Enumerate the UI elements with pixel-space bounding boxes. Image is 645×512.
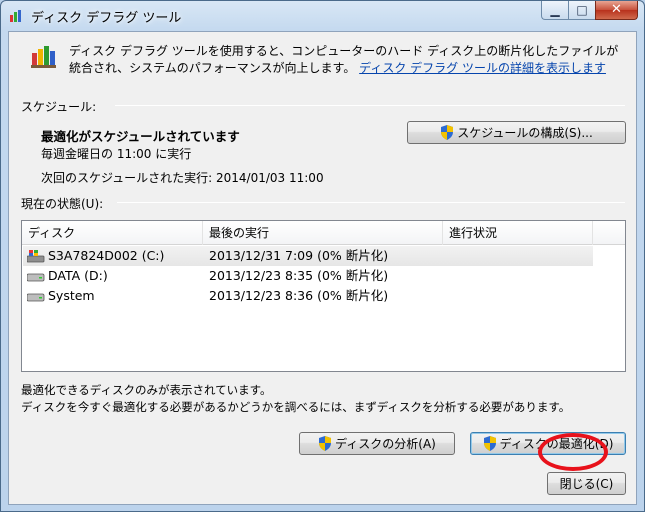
schedule-label: スケジュール: — [21, 100, 97, 114]
configure-schedule-button[interactable]: スケジュールの構成(S)... — [407, 121, 626, 144]
hard-drive-icon — [27, 273, 45, 282]
title-bar[interactable]: ディスク デフラグ ツール ▁ □ ✕ — [1, 1, 644, 31]
minimize-icon: ▁ — [550, 3, 560, 17]
current-state-divider — [117, 202, 625, 203]
minimize-button[interactable]: ▁ — [541, 1, 568, 20]
column-header-disk[interactable]: ディスク — [22, 221, 203, 245]
schedule-next-run: 次回のスケジュールされた実行: 2014/01/03 11:00 — [41, 171, 324, 185]
note-line-1: 最適化できるディスクのみが表示されています。 — [21, 383, 272, 397]
current-state-label: 現在の状態(U): — [21, 197, 104, 211]
close-button-label: 閉じる(C) — [559, 477, 614, 491]
schedule-frequency: 毎週金曜日の 11:00 に実行 — [41, 147, 192, 161]
close-button[interactable]: 閉じる(C) — [547, 472, 626, 495]
disk-last-run: 2013/12/23 8:35 (0% 断片化) — [209, 268, 389, 283]
system-drive-icon — [27, 250, 45, 263]
disk-list[interactable]: ディスク 最後の実行 進行状況 S3A7824D002 (C:) 2013/12… — [21, 220, 626, 372]
disk-name: System — [48, 288, 95, 303]
disk-row[interactable]: S3A7824D002 (C:) 2013/12/31 7:09 (0% 断片化… — [23, 246, 593, 266]
disk-name: DATA (D:) — [48, 268, 108, 283]
schedule-status: 最適化がスケジュールされています — [41, 129, 240, 144]
disk-row[interactable]: DATA (D:) 2013/12/23 8:35 (0% 断片化) — [23, 266, 593, 286]
hard-drive-icon — [27, 293, 45, 302]
disk-list-header: ディスク 最後の実行 進行状況 — [22, 221, 625, 245]
disk-name: S3A7824D002 (C:) — [48, 248, 165, 263]
defrag-window: ディスク デフラグ ツール ▁ □ ✕ ディスク デフラグ ツールを使用すると、… — [0, 0, 645, 512]
details-link[interactable]: ディスク デフラグ ツールの詳細を表示します — [359, 61, 606, 75]
maximize-button[interactable]: □ — [568, 1, 595, 20]
dialog-client-area: ディスク デフラグ ツールを使用すると、コンピューターのハード ディスク上の断片… — [8, 31, 637, 505]
defrag-header-icon — [31, 46, 56, 68]
analyze-disk-button[interactable]: ディスクの分析(A) — [299, 432, 455, 455]
intro-text: ディスク デフラグ ツールを使用すると、コンピューターのハード ディスク上の断片… — [69, 43, 624, 77]
defrag-disk-button[interactable]: ディスクの最適化(D) — [470, 432, 626, 455]
configure-schedule-label: スケジュールの構成(S)... — [457, 126, 593, 140]
analyze-disk-label: ディスクの分析(A) — [335, 437, 436, 451]
defrag-disk-label: ディスクの最適化(D) — [499, 437, 614, 451]
disk-row[interactable]: System 2013/12/23 8:36 (0% 断片化) — [23, 286, 593, 306]
window-title: ディスク デフラグ ツール — [31, 11, 182, 26]
column-header-last-run[interactable]: 最後の実行 — [203, 221, 443, 245]
defrag-app-icon — [10, 10, 21, 22]
maximize-icon: □ — [576, 3, 588, 17]
uac-shield-icon — [441, 125, 454, 140]
disk-last-run: 2013/12/23 8:36 (0% 断片化) — [209, 288, 389, 303]
close-icon: ✕ — [611, 2, 622, 17]
disk-last-run: 2013/12/31 7:09 (0% 断片化) — [209, 248, 389, 263]
uac-shield-icon — [319, 436, 332, 451]
uac-shield-icon — [483, 436, 496, 451]
schedule-divider — [115, 105, 625, 106]
column-header-progress[interactable]: 進行状況 — [443, 221, 593, 245]
close-window-button[interactable]: ✕ — [595, 1, 638, 20]
caption-buttons: ▁ □ ✕ — [541, 1, 638, 21]
note-line-2: ディスクを今すぐ最適化する必要があるかどうかを調べるには、まずディスクを分析する… — [21, 400, 571, 414]
